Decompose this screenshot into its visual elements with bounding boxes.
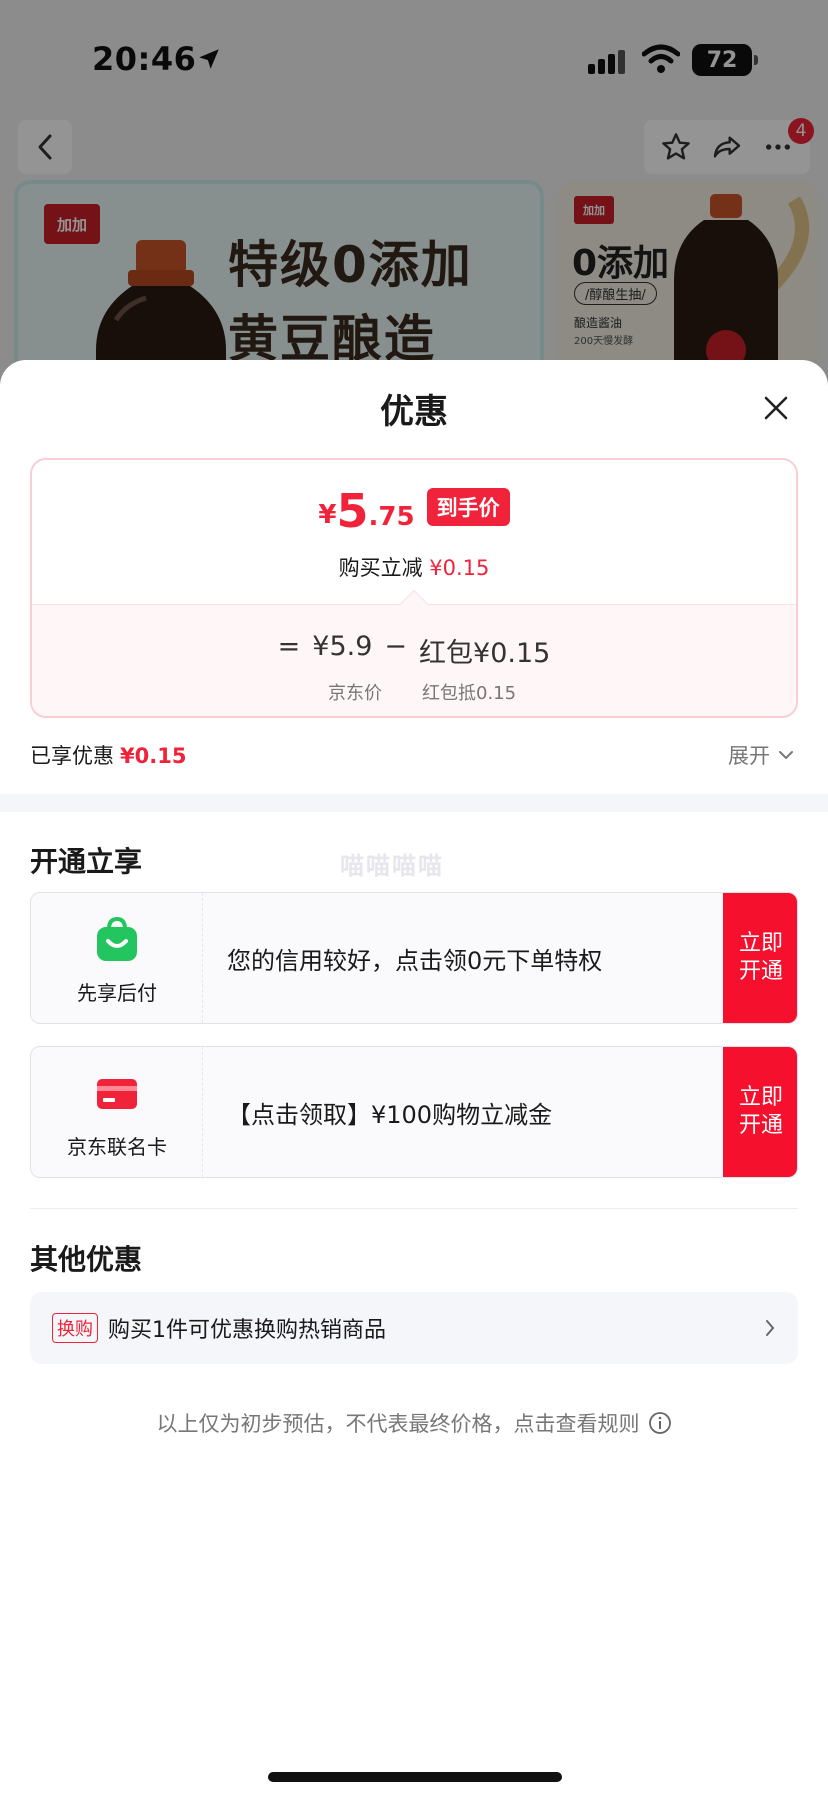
offer-card-pay-later[interactable]: 先享后付 您的信用较好，点击领0元下单特权 立即 开通 [30, 892, 798, 1024]
price-formula-area: = ¥5.9 − 红包¥0.15 京东价 红包抵0.15 [32, 604, 796, 716]
price-decimal: .75 [368, 502, 415, 532]
redpacket-label: 红包抵0.15 [422, 683, 517, 704]
info-icon [648, 1412, 671, 1434]
offer-card-cobrand-card[interactable]: 京东联名卡 【点击领取】¥100购物立减金 立即 开通 [30, 1046, 798, 1178]
sheet-title: 优惠 [380, 392, 448, 432]
price-formula: = ¥5.9 − 红包¥0.15 [32, 631, 796, 670]
discount-sheet: 优惠 ¥ 5 .75 到手价 购买立减 ¥0.15 = ¥5.9 − 红包¥0.… [0, 360, 828, 1800]
open-now-label-1: 立即 [738, 931, 783, 956]
enjoyed-label: 已享优惠 [30, 744, 114, 768]
price-disclaimer[interactable]: 以上仅为初步预估，不代表最终价格，点击查看规则 [0, 1408, 828, 1438]
final-price: ¥ 5 .75 到手价 [32, 488, 796, 534]
open-now-label-1: 立即 [738, 1085, 783, 1110]
formula-redpacket: 红包¥0.15 [419, 638, 551, 669]
home-indicator [268, 1772, 562, 1782]
offer-left: 先享后付 [31, 893, 203, 1023]
purchase-reduction: 购买立减 ¥0.15 [32, 552, 796, 582]
formula-minus: − [384, 631, 408, 662]
modal-overlay[interactable] [0, 0, 828, 380]
close-icon[interactable] [756, 388, 796, 428]
open-now-button[interactable]: 立即 开通 [723, 1047, 797, 1177]
formula-equals: = [277, 631, 301, 662]
credit-card-icon [97, 1079, 137, 1109]
formula-jd-price: ¥5.9 [312, 631, 373, 662]
trade-in-text: 购买1件可优惠换购热销商品 [108, 1318, 386, 1343]
trade-in-tag: 换购 [52, 1313, 98, 1343]
final-price-area: ¥ 5 .75 到手价 购买立减 ¥0.15 [32, 460, 796, 604]
shopping-bag-icon [97, 917, 137, 961]
final-price-tag: 到手价 [426, 488, 510, 526]
other-section-title: 其他优惠 [30, 1243, 143, 1276]
reduction-value: ¥0.15 [429, 556, 490, 580]
trade-in-offer-row[interactable]: 换购 购买1件可优惠换购热销商品 [30, 1292, 798, 1364]
chevron-down-icon [779, 751, 793, 760]
offer-name: 先享后付 [77, 981, 157, 1005]
price-currency: ¥ [318, 500, 337, 530]
open-section-title: 开通立享 [30, 845, 143, 878]
watermark: 喵喵喵喵 [340, 852, 444, 880]
reduction-label: 购买立减 [338, 556, 423, 580]
offer-name: 京东联名卡 [67, 1135, 167, 1159]
offer-description: 您的信用较好，点击领0元下单特权 [227, 946, 603, 975]
enjoyed-value: ¥0.15 [120, 744, 187, 768]
divider [30, 1208, 798, 1209]
jd-price-label: 京东价 [328, 683, 382, 704]
open-now-button[interactable]: 立即 开通 [723, 893, 797, 1023]
expand-label: 展开 [728, 744, 770, 768]
section-separator [0, 794, 828, 812]
open-now-label-2: 开通 [738, 1113, 783, 1138]
price-breakdown-card: ¥ 5 .75 到手价 购买立减 ¥0.15 = ¥5.9 − 红包¥0.15 … [30, 458, 798, 718]
enjoyed-discount: 已享优惠 ¥0.15 [30, 740, 186, 770]
disclaimer-text: 以上仅为初步预估，不代表最终价格，点击查看规则 [156, 1412, 640, 1436]
open-now-label-2: 开通 [738, 959, 783, 984]
chevron-right-icon [766, 1320, 775, 1336]
price-integer: 5 [336, 484, 369, 538]
offer-left: 京东联名卡 [31, 1047, 203, 1177]
expand-toggle[interactable]: 展开 [728, 740, 794, 770]
offer-description: 【点击领取】¥100购物立减金 [227, 1100, 553, 1129]
